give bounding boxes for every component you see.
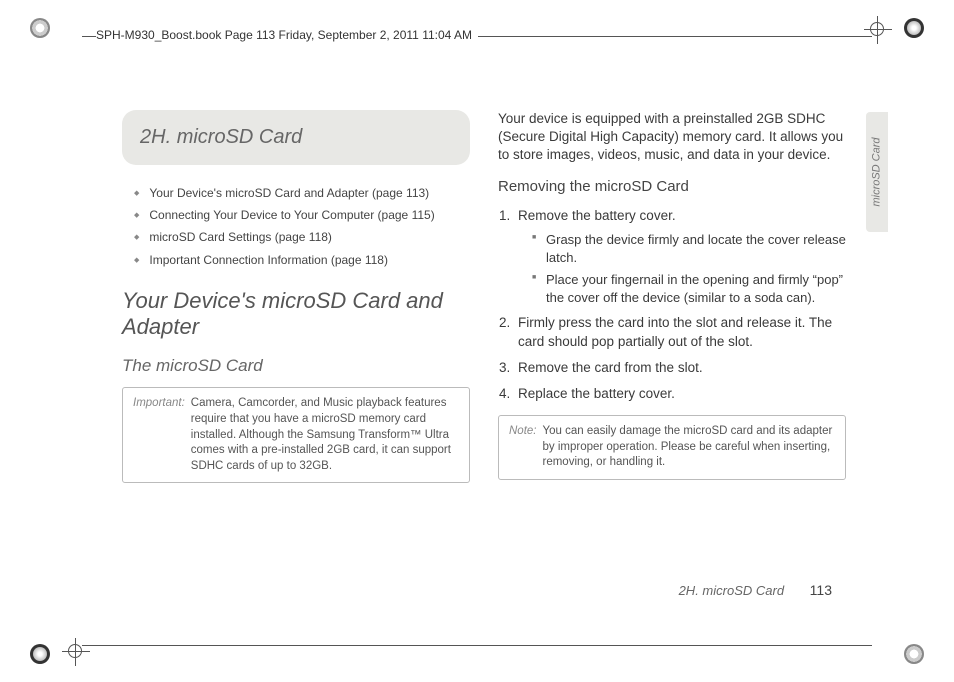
intro-paragraph: Your device is equipped with a preinstal… [498,110,846,165]
procedure-heading: Removing the microSD Card [498,177,846,197]
right-column: Your device is equipped with a preinstal… [498,110,846,566]
subsection-heading: The microSD Card [122,355,470,378]
toc-item: Your Device's microSD Card and Adapter (… [134,185,470,201]
toc-item: Connecting Your Device to Your Computer … [134,207,470,223]
callout-text: Camera, Camcorder, and Music playback fe… [191,396,459,474]
step-item: Firmly press the card into the slot and … [514,314,846,350]
step-item: Remove the battery cover. Grasp the devi… [514,207,846,306]
chapter-heading: 2H. microSD Card [122,110,470,165]
page-number: 113 [810,582,832,598]
crop-mark-icon [30,644,50,664]
substep-item: Grasp the device firmly and locate the c… [532,231,846,266]
step-item: Replace the battery cover. [514,385,846,403]
callout-label: Important: [133,396,185,474]
callout-text: You can easily damage the microSD card a… [543,424,836,471]
important-callout: Important: Camera, Camcorder, and Music … [122,387,470,483]
section-heading: Your Device's microSD Card and Adapter [122,288,470,341]
crop-mark-icon [904,644,924,664]
chapter-number: 2H. [140,126,171,148]
chapter-title: microSD Card [177,126,303,148]
footer-section-label: 2H. microSD Card [679,583,784,598]
step-item: Remove the card from the slot. [514,359,846,377]
mini-toc: Your Device's microSD Card and Adapter (… [134,185,470,268]
side-tab-label: microSD Card [871,137,883,206]
callout-label: Note: [509,424,537,471]
footer-rule [82,645,872,646]
substep-item: Place your fingernail in the opening and… [532,271,846,306]
page-footer: 2H. microSD Card 113 [679,582,832,598]
toc-item: Important Connection Information (page 1… [134,252,470,268]
note-callout: Note: You can easily damage the microSD … [498,415,846,480]
toc-item: microSD Card Settings (page 118) [134,229,470,245]
left-column: 2H. microSD Card Your Device's microSD C… [122,110,470,566]
side-thumb-tab: microSD Card [866,112,888,232]
print-header-text: SPH-M930_Boost.book Page 113 Friday, Sep… [96,28,478,42]
procedure-steps: Remove the battery cover. Grasp the devi… [514,207,846,403]
step-text: Remove the battery cover. [518,208,676,223]
